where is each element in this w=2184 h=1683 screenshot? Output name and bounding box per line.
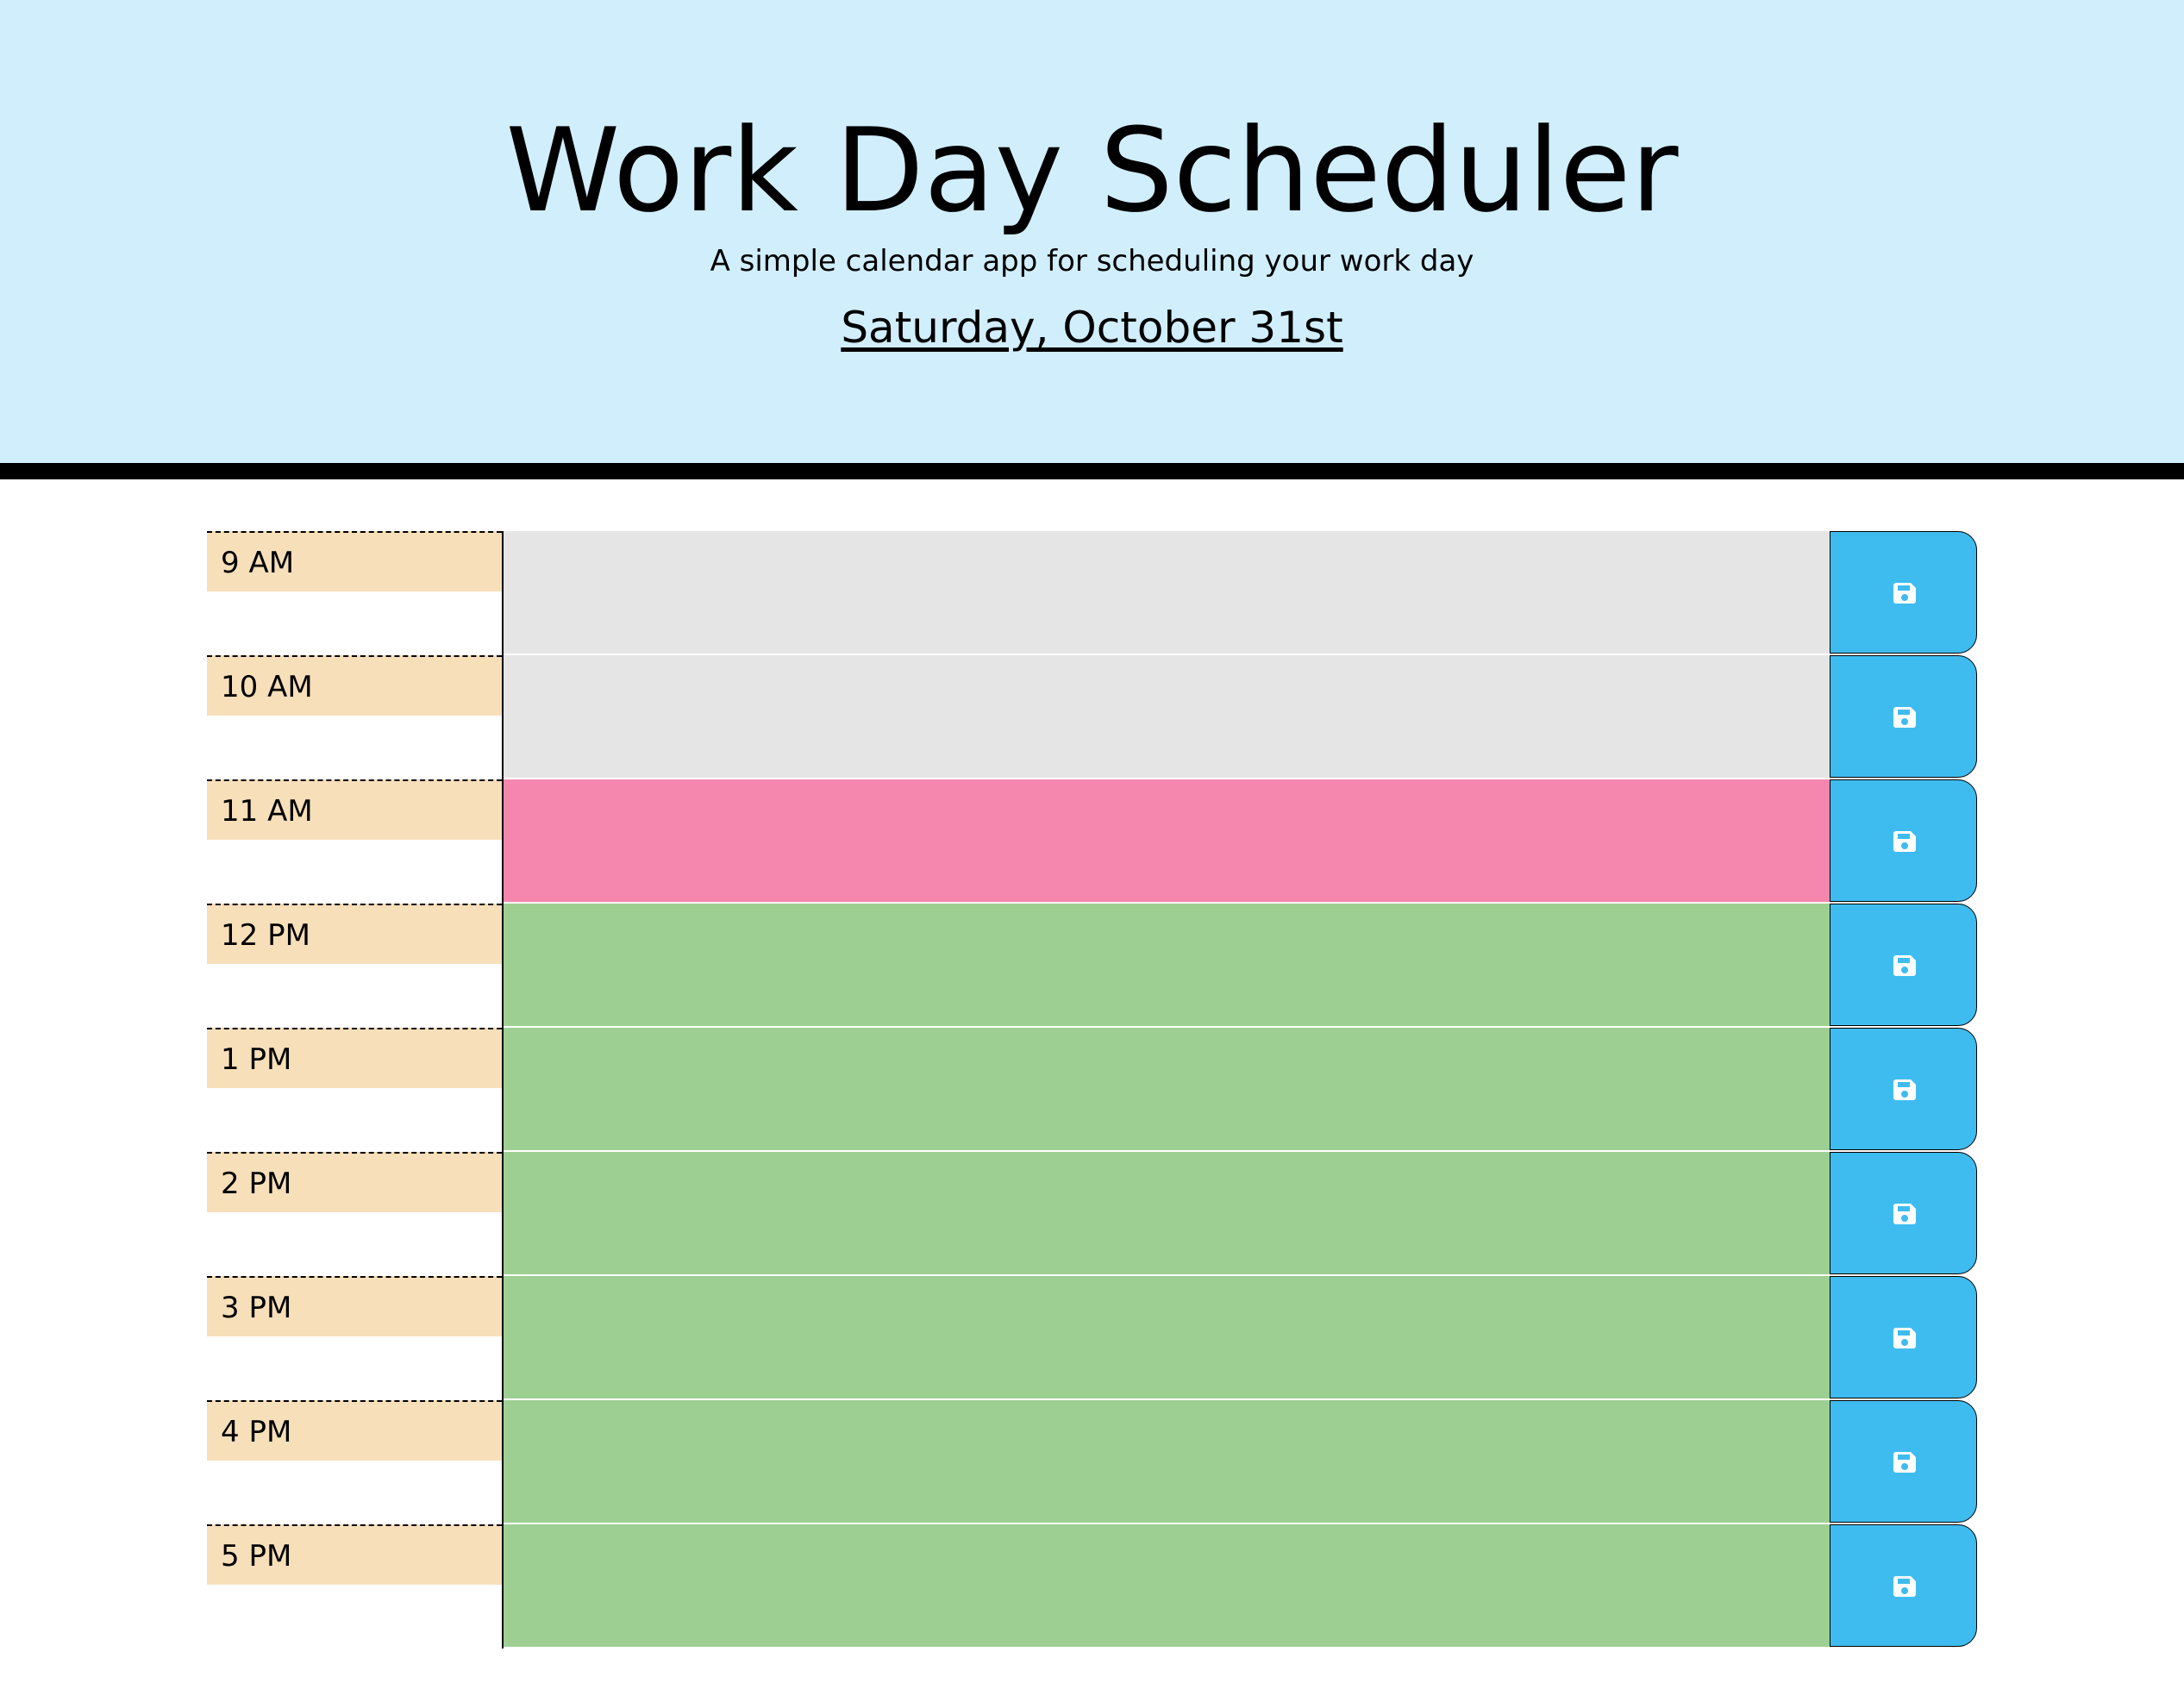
- save-icon: [1893, 1328, 1916, 1348]
- hour-label: 9 AM: [207, 531, 502, 591]
- hour-label: 3 PM: [207, 1276, 502, 1336]
- save-icon: [1893, 707, 1916, 728]
- save-icon: [1893, 955, 1916, 976]
- description-input[interactable]: [504, 779, 1830, 903]
- time-block: 5 PM: [207, 1524, 1977, 1649]
- save-icon: [1893, 583, 1916, 604]
- save-button[interactable]: [1830, 655, 1977, 778]
- save-button[interactable]: [1830, 1524, 1977, 1647]
- description-input[interactable]: [504, 531, 1830, 654]
- description-input[interactable]: [504, 1400, 1830, 1523]
- description-input[interactable]: [504, 1028, 1830, 1151]
- save-icon: [1893, 1079, 1916, 1100]
- current-day: Saturday, October 31st: [841, 303, 1343, 353]
- description-input[interactable]: [504, 1152, 1830, 1275]
- page-title: Work Day Scheduler: [505, 103, 1679, 238]
- save-button[interactable]: [1830, 1400, 1977, 1523]
- description-input[interactable]: [504, 1276, 1830, 1399]
- save-button[interactable]: [1830, 779, 1977, 902]
- save-icon: [1893, 1452, 1916, 1473]
- time-block: 10 AM: [207, 655, 1977, 779]
- save-button[interactable]: [1830, 904, 1977, 1026]
- description-input[interactable]: [504, 1524, 1830, 1648]
- hour-label: 1 PM: [207, 1028, 502, 1088]
- save-icon: [1893, 831, 1916, 852]
- hour-label: 2 PM: [207, 1152, 502, 1212]
- description-input[interactable]: [504, 904, 1830, 1027]
- time-block: 2 PM: [207, 1152, 1977, 1276]
- save-button[interactable]: [1830, 1028, 1977, 1150]
- page-subtitle: A simple calendar app for scheduling you…: [710, 244, 1474, 278]
- save-icon: [1893, 1576, 1916, 1597]
- hour-label: 12 PM: [207, 904, 502, 964]
- hour-label: 11 AM: [207, 779, 502, 840]
- hour-label: 5 PM: [207, 1524, 502, 1585]
- page-header: Work Day Scheduler A simple calendar app…: [0, 0, 2184, 479]
- hour-label: 4 PM: [207, 1400, 502, 1461]
- time-block: 3 PM: [207, 1276, 1977, 1400]
- time-block: 4 PM: [207, 1400, 1977, 1524]
- time-block: 1 PM: [207, 1028, 1977, 1152]
- save-icon: [1893, 1204, 1916, 1224]
- time-block: 11 AM: [207, 779, 1977, 904]
- time-block-list: 9 AM 10 AM 11 AM 12 PM 1 PM 2 PM 3 PM 4 …: [207, 531, 1977, 1649]
- time-block: 12 PM: [207, 904, 1977, 1028]
- hour-label: 10 AM: [207, 655, 502, 716]
- save-button[interactable]: [1830, 531, 1977, 654]
- save-button[interactable]: [1830, 1152, 1977, 1274]
- time-block: 9 AM: [207, 531, 1977, 655]
- description-input[interactable]: [504, 655, 1830, 779]
- save-button[interactable]: [1830, 1276, 1977, 1398]
